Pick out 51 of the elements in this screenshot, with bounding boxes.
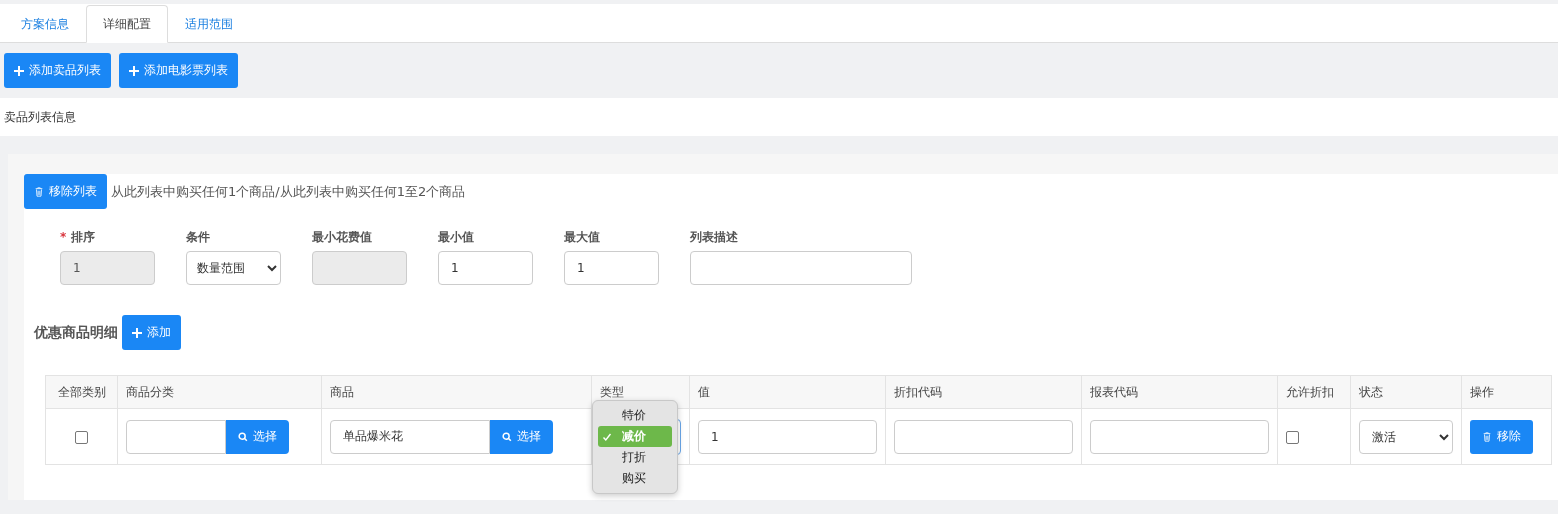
dropdown-option[interactable]: 购买 (598, 468, 672, 489)
column-header: 操作 (1461, 375, 1552, 409)
search-icon (238, 431, 248, 442)
column-header: 允许折扣 (1277, 375, 1351, 409)
dropdown-option[interactable]: 打折 (598, 447, 672, 468)
report-code-field[interactable] (1090, 419, 1269, 454)
detail-title: 优惠商品明细 (34, 323, 118, 342)
plus-icon (129, 65, 139, 76)
add-list-button[interactable]: 添加卖品列表 (4, 53, 111, 88)
add-button[interactable]: 添加 (122, 315, 181, 350)
column-header: 商品分类 (117, 375, 322, 409)
column-header: 值 (689, 375, 886, 409)
tab[interactable]: 方案信息 (4, 5, 86, 43)
input-field[interactable] (690, 251, 912, 285)
select-button[interactable]: 选择 (490, 419, 553, 454)
list-summary: 从此列表中购买任何1个商品/从此列表中购买任何1至2个商品 (111, 182, 466, 201)
column-header: 商品 (321, 375, 592, 409)
remove-list-button[interactable]: 移除列表 (24, 174, 107, 209)
product-field[interactable]: 单品爆米花 (330, 419, 490, 454)
column-header: 全部类别 (45, 375, 118, 409)
discount-code-field[interactable] (894, 419, 1073, 454)
plus-icon (132, 327, 142, 338)
tab[interactable]: 详细配置 (86, 5, 168, 43)
category-field[interactable] (126, 419, 226, 454)
status-select[interactable]: 激活 (1359, 419, 1453, 454)
input-field[interactable]: 1 (438, 251, 533, 285)
plus-icon (14, 65, 24, 76)
field-label: 排序 (71, 230, 96, 244)
checkbox[interactable] (1286, 430, 1299, 444)
trash-icon (1482, 431, 1492, 442)
remove-button[interactable]: 移除 (1470, 419, 1533, 454)
column-header: 折扣代码 (885, 375, 1082, 409)
field-label: 条件 (186, 230, 210, 244)
field-label: 最大值 (564, 230, 600, 244)
field-label: 最小值 (438, 230, 474, 244)
input-field[interactable]: 1 (564, 251, 659, 285)
condition-select[interactable]: 数量范围 (186, 251, 281, 285)
field-label: 列表描述 (690, 230, 738, 244)
section-title: 卖品列表信息 (4, 108, 76, 126)
tab[interactable]: 适用范围 (168, 5, 250, 43)
select-button[interactable]: 选择 (226, 419, 289, 454)
trash-icon (34, 186, 44, 197)
add-list-button[interactable]: 添加电影票列表 (119, 53, 238, 88)
value-field[interactable]: 1 (698, 419, 877, 454)
search-icon (502, 431, 512, 442)
check-icon (602, 432, 612, 442)
column-header: 报表代码 (1081, 375, 1278, 409)
required-mark: * (60, 230, 67, 244)
checkbox[interactable] (75, 430, 88, 444)
column-header: 状态 (1350, 375, 1462, 409)
field-label: 最小花费值 (312, 230, 372, 244)
